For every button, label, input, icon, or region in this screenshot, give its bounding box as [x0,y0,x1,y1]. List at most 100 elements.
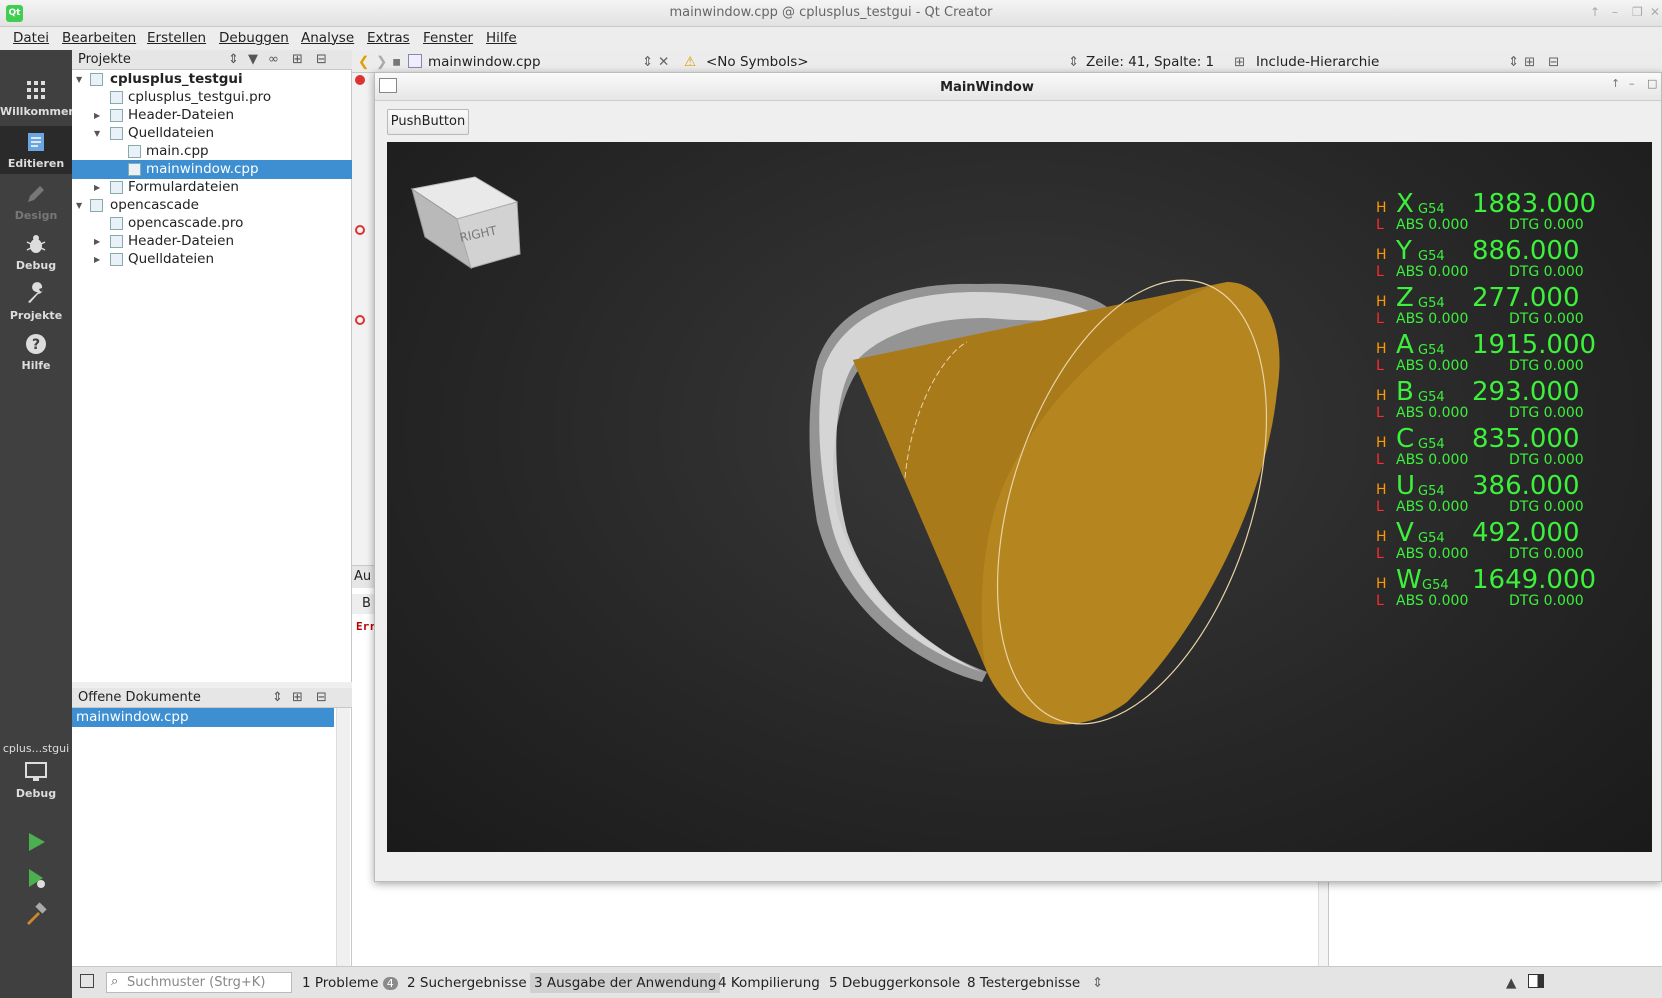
menu-erstellen[interactable]: Erstellen [147,30,206,46]
pane-selector-icon[interactable]: ⇕ [228,52,239,67]
warning-icon: ⚠ [684,54,697,70]
scrollbar[interactable] [336,708,350,966]
tab-application-output[interactable]: 3 Ausgabe der Anwendung [530,973,721,993]
view-cube[interactable]: RIGHT [410,176,521,270]
title-bar: Qt mainwindow.cpp @ cplusplus_testgui - … [0,0,1662,27]
breakpoint-icon[interactable] [355,315,365,325]
mode-projekte[interactable]: Projekte [0,282,72,326]
mode-willkommen[interactable]: Willkommen [0,78,76,122]
window-title: mainwindow.cpp @ cplusplus_testgui - Qt … [669,5,993,20]
up-arrow-icon[interactable]: ↑ [1590,5,1600,19]
mode-label: Editieren [7,157,65,170]
push-button[interactable]: PushButton [387,109,469,135]
close-pane-icon[interactable]: ⊟ [316,52,327,67]
close-right-icon[interactable]: ⊟ [1548,54,1559,70]
filter-icon[interactable]: ▼ [248,52,258,67]
maximize-icon[interactable]: □ [1647,77,1657,90]
breakpoint-icon[interactable] [355,75,365,85]
menu-fenster[interactable]: Fenster [423,30,473,46]
mode-label: Design [14,209,58,222]
status-bar: 1 Probleme 4 2 Suchergebnisse 3 Ausgabe … [72,966,1662,998]
mode-label: Hilfe [21,359,51,372]
symbols-selector-icon[interactable]: ⇕ [1068,54,1079,70]
tree-item[interactable]: ▼ Quelldateien [72,124,352,143]
up-arrow-icon[interactable]: ▲ [1506,975,1516,991]
toggle-right-sidebar-icon[interactable] [1528,974,1544,988]
minimize-icon[interactable]: – [1612,5,1618,19]
pane-selector-icon[interactable]: ⇕ [272,690,283,705]
tree-item[interactable]: ▶ Header-Dateien [72,106,352,125]
menu-datei[interactable]: Datei [13,30,49,46]
menu-bearbeiten[interactable]: Bearbeiten [62,30,136,46]
tree-item[interactable]: ▶ Header-Dateien [72,232,352,251]
mode-debug[interactable]: Debug [0,232,72,276]
edit-icon [28,133,44,151]
kit-mode: Debug [15,787,57,800]
tree-item[interactable]: cplusplus_testgui.pro [72,88,352,107]
open-doc-item[interactable]: mainwindow.cpp [72,708,334,727]
line-gutter [352,73,374,573]
current-file[interactable]: mainwindow.cpp [428,54,541,70]
projects-pane-title: Projekte [78,52,131,67]
forward-icon[interactable]: ❯ [376,54,387,70]
build-button[interactable] [0,902,72,929]
restore-icon[interactable]: ❐ [1632,5,1643,19]
tree-item[interactable]: ▼ opencascade [72,196,352,215]
symbols-combo[interactable]: <No Symbols> [706,54,809,70]
split-icon[interactable]: ⊞ [1234,54,1245,70]
run-button[interactable] [0,830,72,857]
link-icon[interactable]: ∞ [268,52,279,67]
split-right-icon[interactable]: ⊞ [1524,54,1535,70]
tab-test-results[interactable]: 8 Testergebnisse [967,975,1080,991]
split-icon[interactable]: ⊞ [292,52,303,67]
mode-design[interactable]: Design [0,182,72,226]
project-tree: ▼ cplusplus_testgui cplusplus_testgui.pro… [72,70,352,682]
tab-search-results[interactable]: 2 Suchergebnisse [407,975,527,991]
tab-compile-output[interactable]: 4 Kompilierung [718,975,820,991]
split-icon[interactable]: ⊞ [292,690,303,705]
menu-debuggen[interactable]: Debuggen [219,30,289,46]
minimize-icon[interactable]: – [1629,77,1635,90]
file-selector-icon[interactable]: ⇕ [642,54,653,70]
pencil-icon [28,186,44,202]
wrench-icon [28,282,43,303]
mode-label: Willkommen [0,105,77,118]
svg-text:?: ? [32,337,40,353]
locator-search[interactable]: ⌕ Suchmuster (Strg+K) [106,972,292,993]
tab-problems[interactable]: 1 Probleme 4 [302,975,398,991]
cursor-position[interactable]: Zeile: 41, Spalte: 1 [1086,54,1214,70]
menu-analyse[interactable]: Analyse [301,30,354,46]
tree-item-selected[interactable]: mainwindow.cpp [72,160,352,179]
tree-item[interactable]: opencascade.pro [72,214,352,233]
back-icon[interactable]: ❮ [358,54,369,70]
menu-bar: Datei Bearbeiten Erstellen Debuggen Anal… [0,27,1662,50]
up-arrow-icon[interactable]: ↑ [1611,77,1620,90]
kit-selector[interactable]: Debug [0,760,72,810]
close-icon[interactable]: ✕ [1650,5,1660,19]
breakpoint-icon[interactable] [355,225,365,235]
close-file-icon[interactable]: ✕ [658,54,669,70]
mode-hilfe[interactable]: ? Hilfe [0,332,72,376]
hierarchy-selector-icon[interactable]: ⇕ [1508,54,1519,70]
main-window-title: MainWindow [940,80,1034,95]
tree-item[interactable]: main.cpp [72,142,352,161]
tree-item[interactable]: ▼ cplusplus_testgui [72,70,352,89]
debug-run-button[interactable] [0,866,72,893]
output-tab-fragment[interactable]: Au [352,566,374,588]
include-hierarchy[interactable]: Include-Hierarchie [1256,54,1379,70]
menu-hilfe[interactable]: Hilfe [486,30,517,46]
menu-extras[interactable]: Extras [367,30,410,46]
output-subtab-fragment[interactable]: B [352,594,374,614]
monitor-icon [25,762,47,781]
mode-label: Projekte [9,309,63,322]
close-pane-icon[interactable]: ⊟ [316,690,327,705]
tree-item[interactable]: ▶ Quelldateien [72,250,352,269]
tree-item[interactable]: ▶ Formulardateien [72,178,352,197]
toggle-sidebar-icon[interactable] [80,974,94,988]
mode-label: Debug [15,259,57,272]
tab-debugger-console[interactable]: 5 Debuggerkonsole [829,975,960,991]
occ-3d-viewport[interactable]: RIGHT [387,142,1652,852]
main-window-titlebar: MainWindow ↑ – □ [375,73,1661,101]
more-tabs-icon[interactable]: ⇕ [1092,975,1103,991]
mode-editieren[interactable]: Editieren [0,126,72,174]
